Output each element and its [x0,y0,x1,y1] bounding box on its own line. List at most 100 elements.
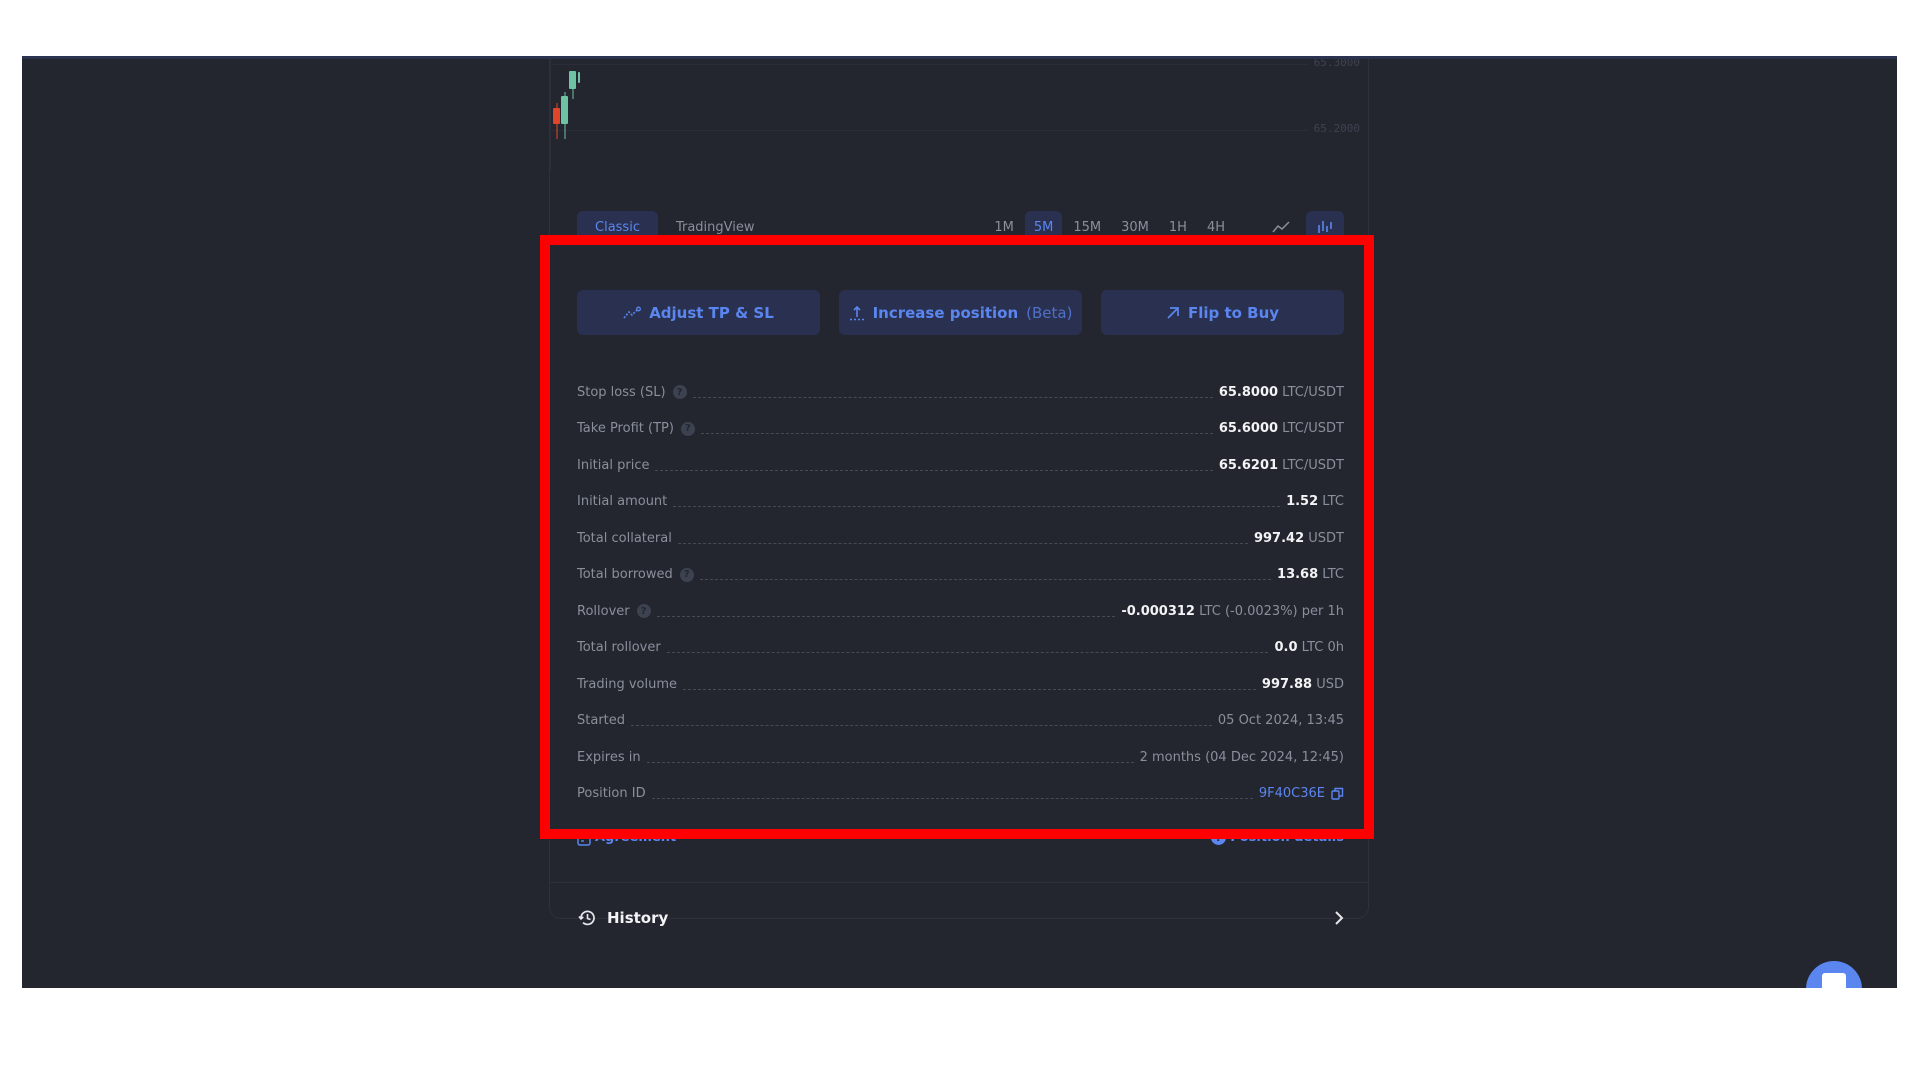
help-circle-icon: ? [1211,829,1227,845]
detail-row: Stop loss (SL)? 65.8000 LTC/USDT [577,374,1344,411]
detail-value-unit: LTC/USDT [1278,421,1344,437]
flip-to-buy-label: Flip to Buy [1187,303,1280,322]
timeframe-15m[interactable]: 15M [1064,211,1110,243]
candle-up[interactable] [569,71,576,99]
detail-value-amount: 65.6000 [1218,421,1279,437]
detail-row: Trading volume 997.88 USD [577,666,1344,703]
detail-row: Total rollover 0.0 LTC 0h [577,630,1344,667]
chart-type-selector [1262,211,1344,243]
position-details-label: Position details [1230,829,1344,845]
position-card: 65.3000 65.2000 Classic TradingView 1M 5… [549,56,1369,927]
price-chart[interactable]: 65.3000 65.2000 [550,56,1368,190]
price-axis-label: 65.2000 [1313,122,1360,135]
copy-icon [1331,788,1344,800]
mode-tradingview-tab[interactable]: TradingView [658,211,773,243]
dotted-leader [699,579,1272,581]
history-icon [578,910,595,926]
line-chart-button[interactable] [1262,211,1300,243]
detail-value-unit: LTC/USDT [1278,384,1344,400]
candle-up[interactable] [578,72,580,83]
timeframe-30m[interactable]: 30M [1112,211,1158,243]
price-axis-label: 65.3000 [1313,56,1360,69]
divider [550,882,1368,883]
detail-value-unit: LTC/USDT [1278,457,1344,473]
detail-value: 1.52 LTC [1286,494,1344,509]
help-icon[interactable]: ? [636,604,651,619]
detail-value-unit: LTC (-0.0023%) per 1h [1194,603,1344,619]
position-id-copy[interactable]: 9F40C36E [1259,786,1344,801]
detail-row: Total borrowed? 13.68 LTC [577,557,1344,594]
detail-label: Rollover [577,603,630,619]
detail-label: Total collateral [577,530,672,546]
detail-row: Started 05 Oct 2024, 13:45 [577,703,1344,740]
detail-value: 13.68 LTC [1277,567,1344,582]
detail-value: 997.88 USD [1262,677,1344,692]
position-details-link[interactable]: ? Position details [1211,829,1344,845]
detail-value: 65.6000 LTC/USDT [1219,421,1344,436]
detail-value-amount: 997.42 [1253,530,1305,546]
dotted-leader [646,761,1134,763]
help-icon[interactable]: ? [672,385,687,400]
detail-value: 65.8000 LTC/USDT [1219,385,1344,400]
upload-icon [849,305,864,320]
detail-value-unit: LTC [1318,494,1344,510]
detail-value: 997.42 USDT [1254,531,1344,546]
candle-body [553,108,560,124]
trend-icon [623,306,642,319]
position-id-value: 9F40C36E [1258,786,1325,802]
increase-position-label: Increase position [872,303,1019,322]
detail-label: Position ID [577,786,646,802]
detail-label: Take Profit (TP) [577,421,674,437]
detail-value-amount: 65.6201 [1218,457,1279,473]
detail-label: Expires in [577,749,641,765]
detail-value-amount: -0.000312 [1121,603,1195,619]
candle-body [569,71,576,89]
detail-value: 0.0 LTC 0h [1274,640,1344,655]
adjust-tp-sl-button[interactable]: Adjust TP & SL [577,290,820,335]
detail-label: Started [577,713,626,729]
agreement-link[interactable]: Agreement [577,828,676,846]
detail-value-amount: 1.52 [1286,494,1319,510]
timeframe-1m[interactable]: 1M [985,211,1023,243]
detail-value-amount: 13.68 [1277,567,1319,583]
dotted-leader [673,506,1281,508]
timeframe-selector: 1M 5M 15M 30M 1H 4H [985,211,1234,243]
position-details-list: Stop loss (SL)? 65.8000 LTC/USDT Take Prof… [577,374,1344,812]
chart-left-border [550,59,551,170]
detail-label: Initial price [577,457,650,473]
detail-label: Initial amount [577,494,668,510]
candle-up[interactable] [561,92,568,139]
flip-to-buy-button[interactable]: Flip to Buy [1101,290,1344,335]
dotted-leader [631,725,1212,727]
footer-links: Agreement ? Position details [577,826,1344,848]
history-section-toggle[interactable]: History [577,900,1344,936]
candle-down[interactable] [553,103,560,139]
timeframe-4h[interactable]: 4H [1198,211,1234,243]
detail-label: Total borrowed [577,567,673,583]
detail-value: 2 months (04 Dec 2024, 12:45) [1140,750,1344,765]
detail-row: Initial amount 1.52 LTC [577,484,1344,521]
dotted-leader [656,615,1116,617]
dotted-leader [700,433,1213,435]
timeframe-1h[interactable]: 1H [1160,211,1196,243]
detail-value: 65.6201 LTC/USDT [1219,458,1344,473]
candle-body [578,72,580,83]
app-viewport: 65.3000 65.2000 Classic TradingView 1M 5… [22,56,1897,988]
mode-classic-tab[interactable]: Classic [577,211,658,243]
dotted-leader [655,469,1213,471]
detail-row: Take Profit (TP)? 65.6000 LTC/USDT [577,411,1344,448]
gridline [550,130,1308,131]
timeframe-5m[interactable]: 5M [1024,211,1063,243]
dotted-leader [683,688,1256,690]
detail-row: Expires in 2 months (04 Dec 2024, 12:45) [577,739,1344,776]
increase-position-button[interactable]: Increase position (Beta) [839,290,1082,335]
detail-row: Total collateral 997.42 USDT [577,520,1344,557]
position-actions: Adjust TP & SL Increase position (Beta) … [577,290,1344,336]
page-margin-overlay [0,988,1920,1080]
candlestick-chart-button[interactable] [1306,211,1344,243]
help-icon[interactable]: ? [679,567,694,582]
help-icon[interactable]: ? [680,421,695,436]
candle-body [561,96,568,124]
detail-label: Trading volume [577,676,677,692]
detail-label: Stop loss (SL) [577,384,666,400]
